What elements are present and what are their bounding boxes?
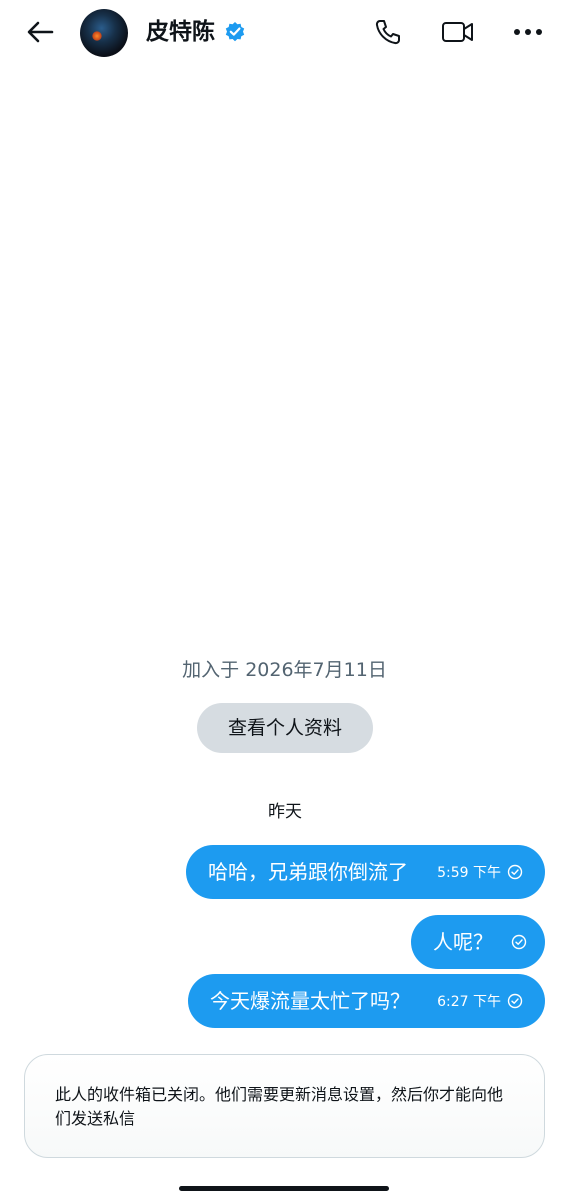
check-circle-icon xyxy=(507,864,523,880)
view-profile-button[interactable]: 查看个人资料 xyxy=(197,703,373,753)
dm-conversation-screen: 皮特陈 加入于 2026年7月11日 查看个人资料 昨天 哈哈，兄弟跟你倒流了 … xyxy=(0,0,569,1200)
message-time: 6:27 下午 xyxy=(437,994,501,1010)
inbox-closed-notice: 此人的收件箱已关闭。他们需要更新消息设置，然后你才能向他们发送私信 xyxy=(24,1054,545,1158)
avatar[interactable] xyxy=(80,9,128,57)
message-bubble[interactable]: 哈哈，兄弟跟你倒流了 5:59 下午 xyxy=(186,845,545,899)
conversation-header: 皮特陈 xyxy=(0,0,569,64)
back-button[interactable] xyxy=(22,14,58,50)
call-button[interactable] xyxy=(368,12,408,52)
more-icon xyxy=(514,29,542,35)
message-meta: 6:27 下午 xyxy=(425,991,523,1011)
message-text: 人呢？ xyxy=(433,930,493,954)
home-indicator xyxy=(179,1186,389,1191)
notice-text: 此人的收件箱已关闭。他们需要更新消息设置，然后你才能向他们发送私信 xyxy=(55,1085,504,1128)
phone-icon xyxy=(375,20,400,45)
message-bubble[interactable]: 人呢？ xyxy=(411,915,545,969)
back-arrow-icon xyxy=(27,21,54,43)
message-bubble[interactable]: 今天爆流量太忙了吗？ 6:27 下午 xyxy=(188,974,545,1028)
day-separator: 昨天 xyxy=(268,802,302,822)
message-meta xyxy=(493,934,527,950)
video-camera-icon xyxy=(442,22,473,42)
more-button[interactable] xyxy=(508,12,548,52)
message-text: 今天爆流量太忙了吗？ xyxy=(210,989,410,1013)
message-meta: 5:59 下午 xyxy=(425,862,523,882)
verified-badge-icon xyxy=(225,22,245,42)
message-time: 5:59 下午 xyxy=(437,865,501,881)
check-circle-icon xyxy=(511,934,527,950)
joined-date: 加入于 2026年7月11日 xyxy=(182,659,387,681)
video-call-button[interactable] xyxy=(438,12,478,52)
message-text: 哈哈，兄弟跟你倒流了 xyxy=(208,860,408,884)
contact-name[interactable]: 皮特陈 xyxy=(146,16,215,48)
check-circle-icon xyxy=(507,993,523,1009)
